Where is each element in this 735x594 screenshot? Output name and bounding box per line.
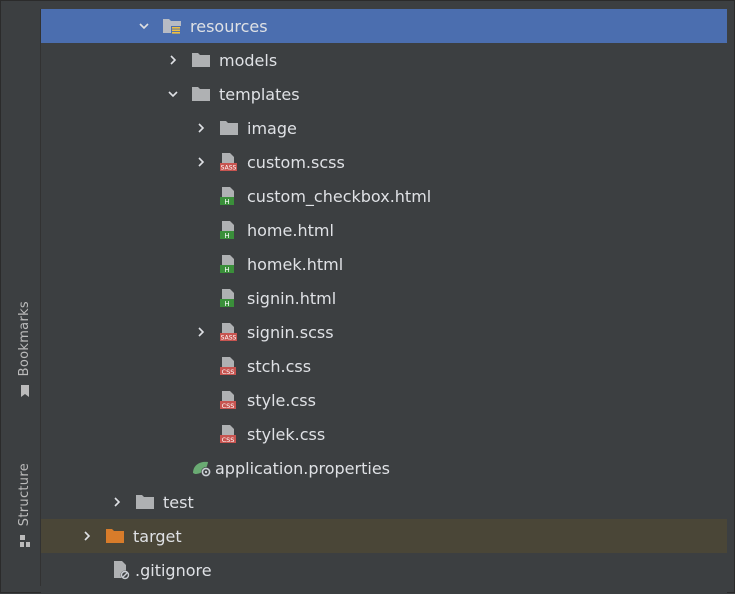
left-tool-stripe: Bookmarks Structure xyxy=(9,9,41,586)
html-file-icon: H xyxy=(219,220,239,240)
tree-item-label: target xyxy=(133,526,182,546)
project-tool-window: Bookmarks Structure resources models tem… xyxy=(0,0,735,594)
tree-item-homek-html[interactable]: H homek.html xyxy=(41,247,727,281)
folder-icon xyxy=(191,50,211,70)
css-file-icon: CSS xyxy=(219,424,239,444)
chevron-right-icon[interactable] xyxy=(193,120,209,136)
chevron-down-icon[interactable] xyxy=(165,86,181,102)
svg-text:H: H xyxy=(224,300,229,308)
svg-text:SASS: SASS xyxy=(221,165,237,172)
tree-item-signin-scss[interactable]: SASS signin.scss xyxy=(41,315,727,349)
tree-item-label: models xyxy=(219,50,278,70)
project-tree: resources models templates image SASS cu… xyxy=(41,9,727,594)
tree-item-home-html[interactable]: H home.html xyxy=(41,213,727,247)
tree-item-test[interactable]: test xyxy=(41,485,727,519)
svg-text:CSS: CSS xyxy=(222,436,235,444)
resources-folder-icon xyxy=(162,16,182,36)
sass-file-icon: SASS xyxy=(219,322,239,342)
bookmark-icon xyxy=(19,384,31,398)
chevron-right-icon[interactable] xyxy=(193,324,209,340)
chevron-right-icon[interactable] xyxy=(193,154,209,170)
folder-icon xyxy=(219,118,239,138)
tree-item-custom-checkbox-html[interactable]: H custom_checkbox.html xyxy=(41,179,727,213)
tree-item-label: test xyxy=(163,492,194,512)
spring-properties-icon xyxy=(191,458,211,478)
tree-item-label: signin.html xyxy=(247,288,337,308)
css-file-icon: CSS xyxy=(219,356,239,376)
structure-label: Structure xyxy=(17,463,32,527)
html-file-icon: H xyxy=(219,288,239,308)
tree-item-resources[interactable]: resources xyxy=(41,9,727,43)
tree-item-label: signin.scss xyxy=(247,322,334,342)
structure-icon xyxy=(18,534,32,548)
tree-item-label: image xyxy=(247,118,297,138)
html-file-icon: H xyxy=(219,186,239,206)
tree-item-label: homek.html xyxy=(247,254,344,274)
svg-text:H: H xyxy=(224,198,229,206)
chevron-down-icon[interactable] xyxy=(136,18,152,34)
tree-item-stch-css[interactable]: CSS stch.css xyxy=(41,349,727,383)
structure-tool-button[interactable]: Structure xyxy=(9,463,40,548)
tree-item-label: application.properties xyxy=(215,458,390,478)
tree-item-custom-scss[interactable]: SASS custom.scss xyxy=(41,145,727,179)
chevron-right-icon[interactable] xyxy=(165,52,181,68)
target-folder-icon xyxy=(105,526,125,546)
tree-item-label: .gitignore xyxy=(135,560,212,580)
tree-item-application-properties[interactable]: application.properties xyxy=(41,451,727,485)
svg-text:H: H xyxy=(224,266,229,274)
gitignore-file-icon xyxy=(111,560,131,580)
chevron-right-icon[interactable] xyxy=(109,494,125,510)
tree-item-label: resources xyxy=(190,16,268,36)
svg-text:H: H xyxy=(224,232,229,240)
css-file-icon: CSS xyxy=(219,390,239,410)
svg-text:CSS: CSS xyxy=(222,402,235,410)
tree-item-label: templates xyxy=(219,84,300,104)
tree-item-label: custom_checkbox.html xyxy=(247,186,432,206)
bookmarks-label: Bookmarks xyxy=(17,301,32,377)
tree-item-target[interactable]: target xyxy=(41,519,727,553)
sass-file-icon: SASS xyxy=(219,152,239,172)
svg-text:CSS: CSS xyxy=(222,368,235,376)
html-file-icon: H xyxy=(219,254,239,274)
tree-item-signin-html[interactable]: H signin.html xyxy=(41,281,727,315)
tree-item-label: home.html xyxy=(247,220,334,240)
tree-item-label: stch.css xyxy=(247,356,312,376)
folder-icon xyxy=(191,84,211,104)
tree-item-stylek-css[interactable]: CSS stylek.css xyxy=(41,417,727,451)
tree-item-label: custom.scss xyxy=(247,152,345,172)
folder-icon xyxy=(135,492,155,512)
tree-item-label: stylek.css xyxy=(247,424,326,444)
tree-item-style-css[interactable]: CSS style.css xyxy=(41,383,727,417)
tree-item-templates[interactable]: templates xyxy=(41,77,727,111)
bookmarks-tool-button[interactable]: Bookmarks xyxy=(9,301,40,398)
tree-item-models[interactable]: models xyxy=(41,43,727,77)
chevron-right-icon[interactable] xyxy=(79,528,95,544)
tree-item-image[interactable]: image xyxy=(41,111,727,145)
svg-text:SASS: SASS xyxy=(221,335,237,342)
tree-item-label: style.css xyxy=(247,390,316,410)
tree-item-gitignore[interactable]: .gitignore xyxy=(41,553,727,587)
